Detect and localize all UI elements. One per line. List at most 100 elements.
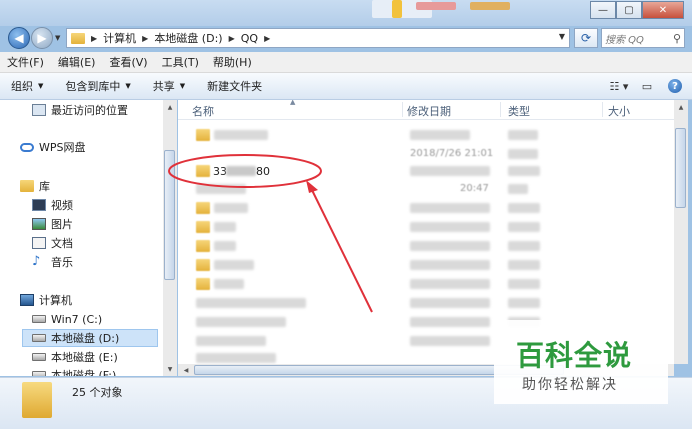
menu-help[interactable]: 帮助(H) [206, 54, 259, 70]
folder-icon [196, 240, 210, 252]
blurred-text [410, 317, 490, 327]
blurred-text [214, 222, 236, 232]
blurred-text [410, 241, 490, 251]
nav-recent-places[interactable]: 最近访问的位置 [32, 101, 128, 119]
drive-icon [32, 371, 46, 376]
scroll-up-icon[interactable]: ▲ [675, 101, 687, 113]
file-row[interactable] [178, 218, 674, 237]
chevron-right-icon[interactable]: ▶ [91, 34, 97, 43]
share-button[interactable]: 共享 ▼ [142, 78, 196, 94]
view-options-icon[interactable]: ☷ ▾ [608, 77, 630, 95]
nav-drive-e[interactable]: 本地磁盘 (E:) [32, 348, 118, 366]
blurred-text [214, 260, 254, 270]
nav-library-pictures[interactable]: 图片 [32, 215, 73, 233]
include-library-button[interactable]: 包含到库中 ▼ [54, 78, 141, 94]
column-type[interactable]: 类型 [508, 103, 530, 119]
blurred-text [196, 353, 276, 363]
navigation-scrollbar[interactable]: ▲ ▼ [163, 100, 177, 376]
recent-places-icon [32, 104, 46, 116]
navigation-pane: 最近访问的位置 WPS网盘 库 视频 图片 文档 ♪ 音乐 计算机 Win7 (… [0, 100, 164, 376]
blurred-text [508, 184, 528, 194]
column-divider[interactable] [500, 102, 501, 117]
nav-label: 本地磁盘 (F:) [51, 369, 117, 376]
minimize-button[interactable]: — [590, 1, 616, 19]
search-input[interactable]: 搜索 QQ ⚲ [601, 28, 685, 48]
menu-view[interactable]: 查看(V) [102, 54, 154, 70]
blurred-text [410, 279, 490, 289]
nav-drive-c[interactable]: Win7 (C:) [32, 310, 102, 328]
background-blur [470, 2, 510, 10]
column-header: ▲ 名称 修改日期 类型 大小 [178, 100, 674, 120]
column-divider[interactable] [402, 102, 403, 117]
scroll-down-icon[interactable]: ▼ [164, 363, 176, 375]
file-row[interactable] [178, 294, 674, 313]
file-row[interactable] [178, 256, 674, 275]
nav-library-videos[interactable]: 视频 [32, 196, 73, 214]
nav-label: 音乐 [51, 256, 73, 269]
chevron-down-icon: ▼ [38, 82, 44, 90]
blurred-text [508, 241, 540, 251]
blurred-text [196, 317, 286, 327]
column-modified[interactable]: 修改日期 [407, 103, 451, 119]
help-button[interactable]: ? [664, 77, 686, 95]
file-row[interactable]: 20:47 [178, 180, 674, 199]
nav-label: WPS网盘 [39, 141, 86, 154]
breadcrumb-computer[interactable]: 计算机 [103, 30, 136, 46]
organize-button[interactable]: 组织 ▼ [0, 78, 54, 94]
recent-pages-dropdown[interactable]: ▼ [55, 34, 60, 42]
nav-label: 计算机 [39, 294, 72, 307]
folder-icon [22, 382, 52, 418]
breadcrumb-qq[interactable]: QQ [241, 32, 258, 45]
menu-tools[interactable]: 工具(T) [155, 54, 206, 70]
preview-pane-icon[interactable]: ▭ [636, 77, 658, 95]
file-list-scrollbar[interactable]: ▲ [674, 100, 688, 364]
column-divider[interactable] [602, 102, 603, 117]
refresh-button[interactable]: ⟳ [574, 28, 598, 48]
nav-label: 文档 [51, 237, 73, 250]
nav-drive-f[interactable]: 本地磁盘 (F:) [32, 366, 116, 376]
address-dropdown[interactable]: ▼ [559, 32, 565, 41]
nav-label: 库 [39, 180, 50, 193]
windows-drive-icon [32, 315, 46, 323]
file-row-highlighted[interactable]: 33 80 [178, 162, 674, 181]
nav-wps-cloud[interactable]: WPS网盘 [20, 138, 86, 156]
close-button[interactable]: ✕ [642, 1, 684, 19]
scrollbar-thumb[interactable] [164, 150, 175, 280]
chevron-right-icon[interactable]: ▶ [264, 34, 270, 43]
scroll-up-icon[interactable]: ▲ [164, 101, 176, 113]
background-blur [416, 2, 456, 10]
menu-file[interactable]: 文件(F) [0, 54, 51, 70]
file-row[interactable] [178, 126, 674, 145]
menu-edit[interactable]: 编辑(E) [51, 54, 103, 70]
menu-bar: 文件(F) 编辑(E) 查看(V) 工具(T) 帮助(H) [0, 52, 692, 73]
chevron-down-icon: ▼ [179, 82, 186, 90]
forward-button[interactable]: ▶ [31, 27, 53, 49]
nav-drive-d[interactable]: 本地磁盘 (D:) [22, 329, 158, 347]
breadcrumb-drive-d[interactable]: 本地磁盘 (D:) [154, 30, 222, 46]
nav-label: Win7 (C:) [51, 312, 103, 326]
sort-ascending-icon: ▲ [290, 100, 296, 106]
file-row[interactable] [178, 199, 674, 218]
column-size[interactable]: 大小 [608, 103, 630, 119]
nav-library-documents[interactable]: 文档 [32, 234, 73, 252]
nav-library-music[interactable]: ♪ 音乐 [32, 253, 73, 271]
document-icon [32, 237, 46, 249]
nav-computer[interactable]: 计算机 [20, 291, 72, 309]
new-folder-button[interactable]: 新建文件夹 [196, 78, 273, 94]
nav-libraries[interactable]: 库 [20, 177, 50, 195]
address-bar[interactable]: ▶ 计算机 ▶ 本地磁盘 (D:) ▶ QQ ▶ ▼ [66, 28, 570, 48]
folder-icon [196, 202, 210, 214]
blurred-text [410, 222, 490, 232]
video-icon [32, 199, 46, 211]
chevron-right-icon[interactable]: ▶ [142, 34, 148, 43]
blurred-text [508, 222, 540, 232]
scroll-left-icon[interactable]: ◀ [180, 364, 192, 376]
file-row[interactable] [178, 237, 674, 256]
maximize-button[interactable]: ▢ [616, 1, 642, 19]
file-row[interactable] [178, 275, 674, 294]
chevron-right-icon[interactable]: ▶ [229, 34, 235, 43]
scrollbar-thumb[interactable] [675, 128, 686, 208]
column-name[interactable]: 名称 [192, 103, 214, 119]
back-button[interactable]: ◀ [8, 27, 30, 49]
blurred-text [214, 130, 268, 140]
